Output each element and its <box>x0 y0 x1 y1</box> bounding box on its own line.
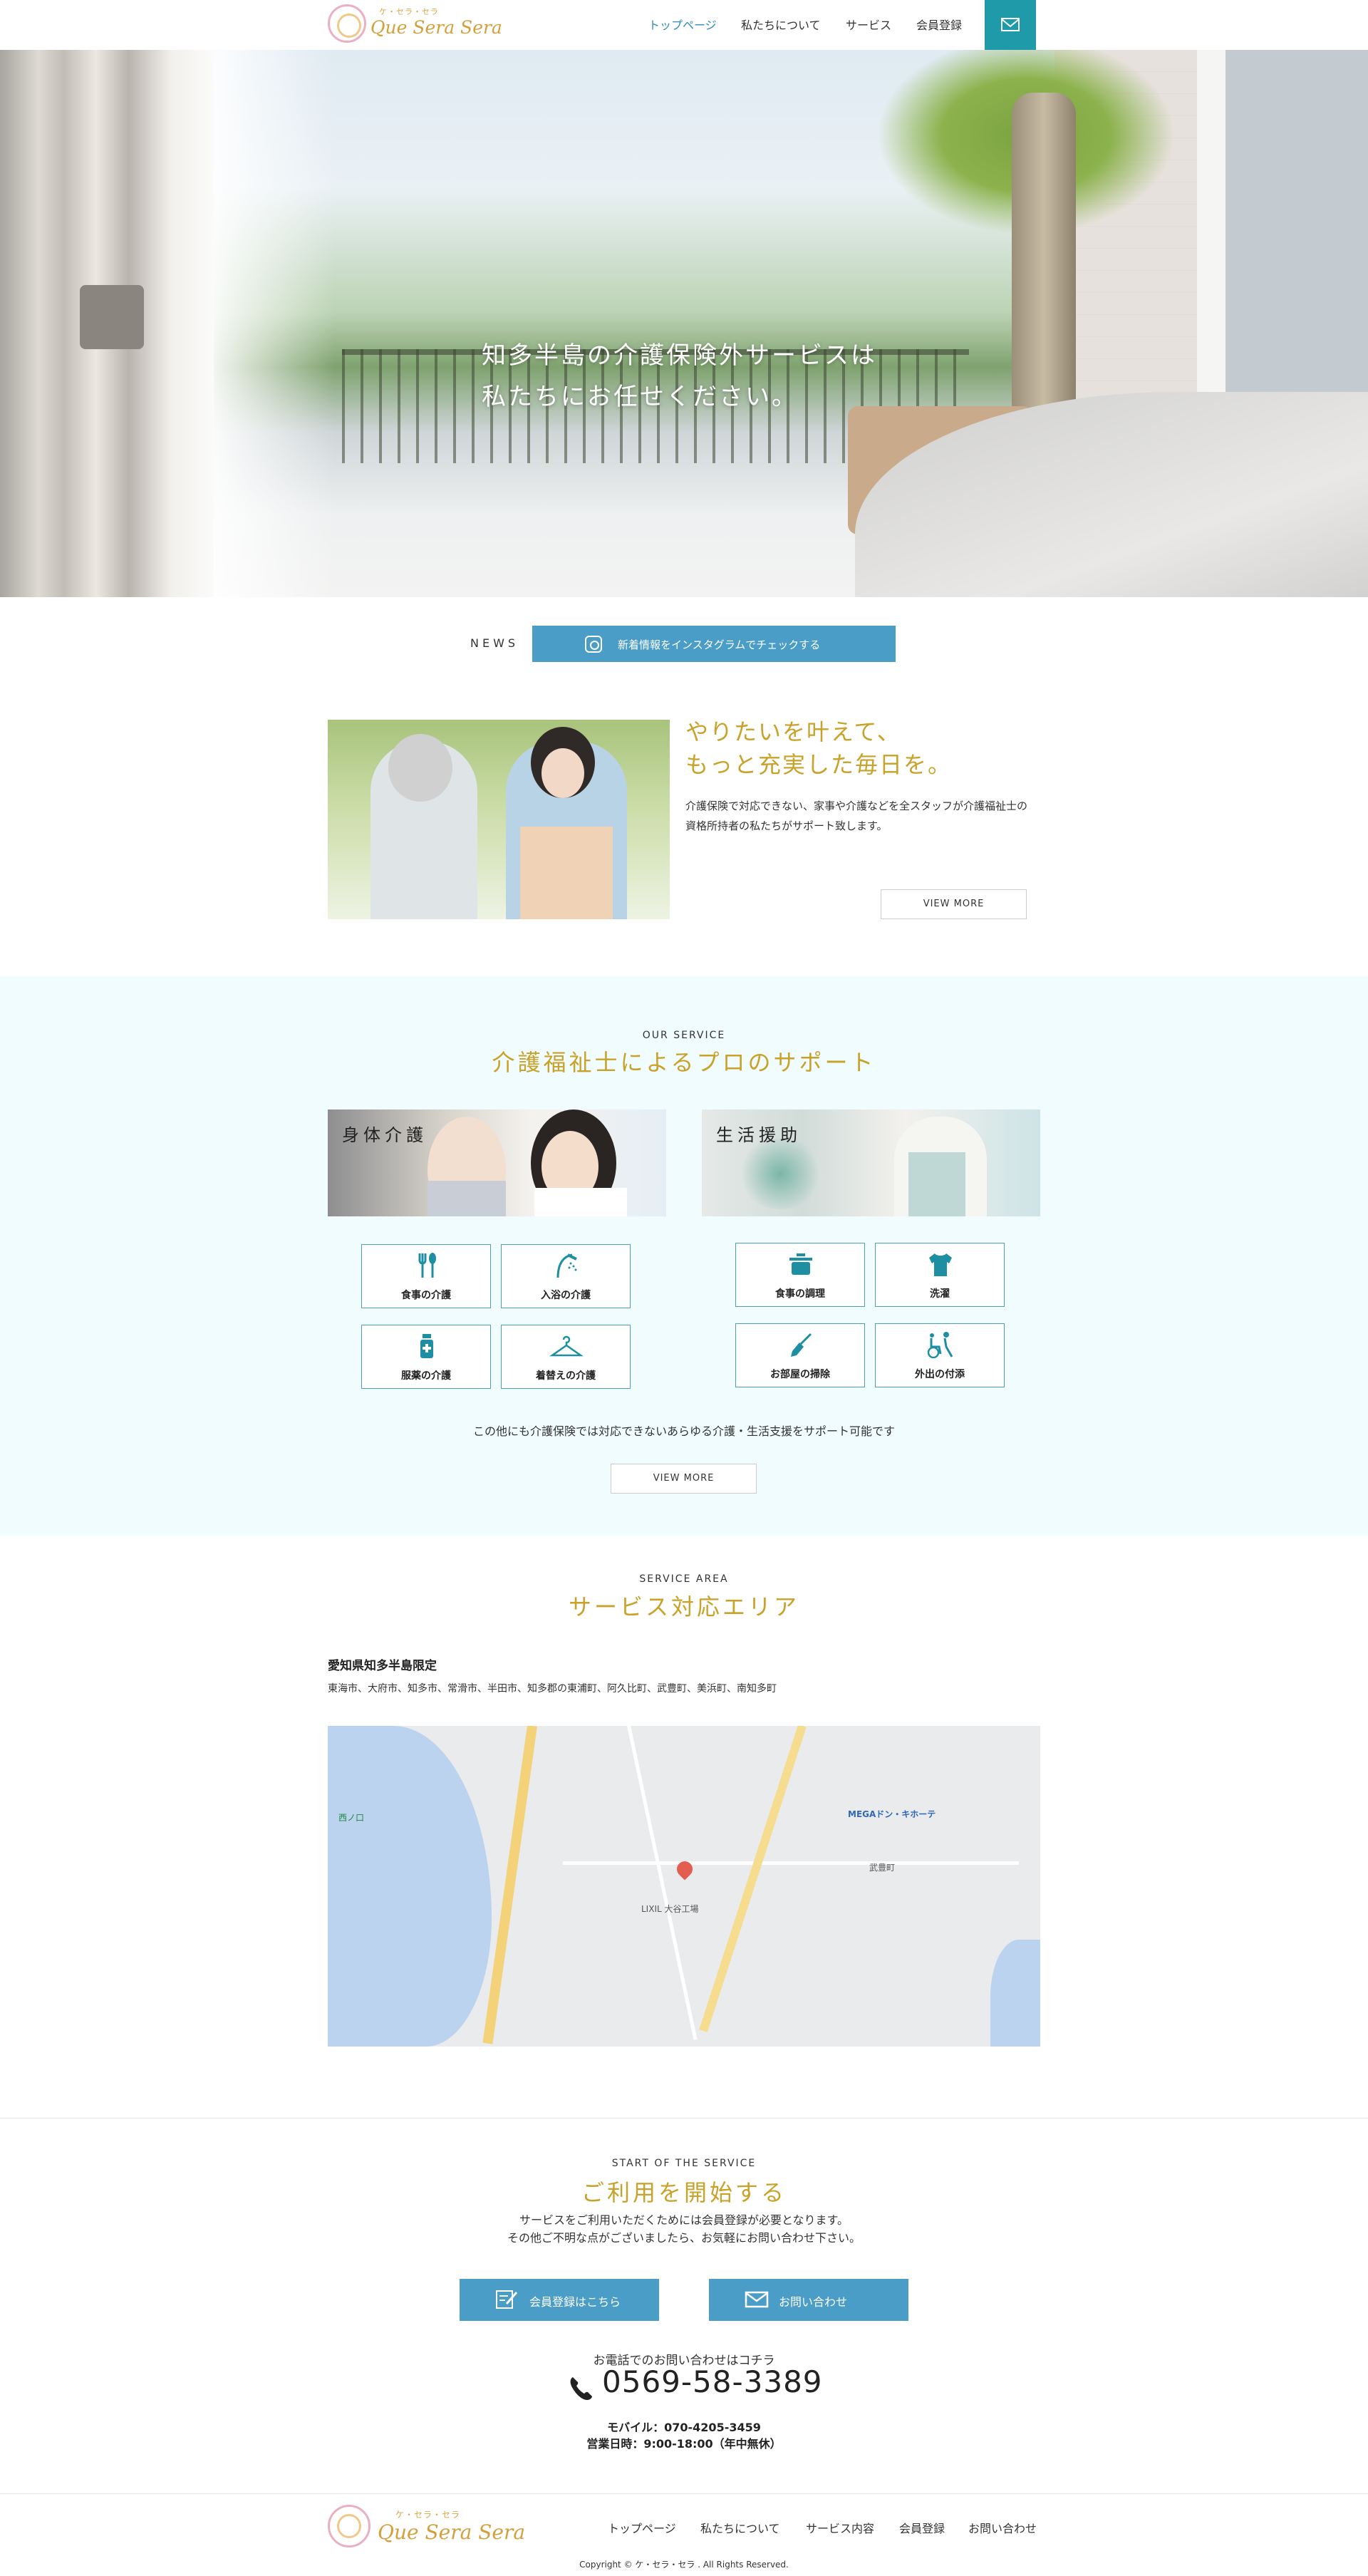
map-label-nishinokuchi: 西ノ口 <box>338 1813 365 1823</box>
physical-care-photo: 身体介護 <box>328 1109 666 1216</box>
nav-member[interactable]: 会員登録 <box>916 16 962 33</box>
contact-button[interactable]: お問い合わせ <box>709 2279 908 2321</box>
area-heading-en: SERVICE AREA <box>639 1573 729 1585</box>
service-item-label: 外出の付添 <box>915 1369 965 1380</box>
service-note: この他にも介護保険では対応できないあらゆる介護・生活支援をサポート可能です <box>472 1424 895 1438</box>
footer-logo[interactable]: ケ・セラ・セラ Que Sera Sera <box>328 2505 525 2549</box>
start-heading: ご利用を開始する <box>581 2179 787 2206</box>
nav-top[interactable]: トップページ <box>648 16 717 33</box>
instagram-icon <box>585 636 602 653</box>
service-heading-en: OUR SERVICE <box>642 1030 726 1041</box>
footer-nav-contact[interactable]: お問い合わせ <box>968 2519 1037 2536</box>
service-item-outing-escort[interactable]: 外出の付添 <box>875 1323 1005 1387</box>
service-item-label: 入浴の介護 <box>541 1290 591 1301</box>
logo-mark-icon <box>328 2505 370 2547</box>
hero-title: 知多半島の介護保険外サービスは 私たちにお任せください。 <box>482 335 877 418</box>
shower-icon <box>556 1253 577 1278</box>
member-register-label: 会員登録はこちら <box>529 2295 621 2309</box>
intro-photo <box>328 720 670 919</box>
instagram-news-button[interactable]: 新着情報をインスタグラムでチェックする <box>532 626 896 662</box>
tel-mobile: モバイル：070-4205-3459 <box>607 2421 761 2434</box>
service-item-laundry[interactable]: 洗濯 <box>875 1243 1005 1307</box>
service-item-room-cleaning[interactable]: お部屋の掃除 <box>735 1323 865 1387</box>
life-support-label: 生活援助 <box>716 1125 802 1145</box>
footer-nav-member[interactable]: 会員登録 <box>899 2519 945 2536</box>
area-prefecture: 愛知県知多半島限定 <box>328 1659 437 1673</box>
start-text-line1: サービスをご利用いただくためには会員登録が必要となります。 <box>519 2213 849 2227</box>
map-label-taketoyo: 武豊町 <box>869 1863 896 1873</box>
logo-mark-icon <box>328 4 366 43</box>
intro-title: やりたいを叶えて、 もっと充実した毎日を。 <box>685 715 952 781</box>
footer-logo-kana: ケ・セラ・セラ <box>395 2510 461 2520</box>
site-header: ケ・セラ・セラ Que Sera Sera トップページ 私たちについて サービ… <box>0 0 1368 50</box>
service-item-cooking[interactable]: 食事の調理 <box>735 1243 865 1307</box>
service-item-label: 食事の介護 <box>401 1290 451 1301</box>
footer-logo-text: Que Sera Sera <box>378 2520 526 2544</box>
service-item-label: 食事の調理 <box>775 1288 825 1300</box>
service-item-dressing-care[interactable]: 着替えの介護 <box>501 1325 631 1389</box>
area-map[interactable]: MEGAドン・キホーテ 武豊町 LIXIL 大谷工場 西ノ口 <box>328 1726 1040 2047</box>
footer-nav-about[interactable]: 私たちについて <box>700 2519 780 2536</box>
mail-button[interactable] <box>985 0 1036 50</box>
news-label: NEWS <box>470 636 519 650</box>
footer-divider <box>0 2493 1368 2494</box>
phone-icon <box>570 2377 592 2400</box>
section-divider <box>0 2118 1368 2119</box>
footer-nav-service[interactable]: サービス内容 <box>806 2519 874 2536</box>
broom-icon <box>791 1333 812 1357</box>
start-text-line2: その他ご不明な点がございましたら、お気軽にお問い合わせ下さい。 <box>507 2231 861 2245</box>
hero-title-line1: 知多半島の介護保険外サービスは <box>482 341 877 370</box>
start-text: サービスをご利用いただくためには会員登録が必要となります。 その他ご不明な点がご… <box>0 2211 1368 2247</box>
logo-kana: ケ・セラ・セラ <box>379 7 439 16</box>
medicine-bottle-icon <box>420 1334 433 1358</box>
contact-label: お問い合わせ <box>779 2295 848 2309</box>
start-heading-en: START OF THE SERVICE <box>611 2158 757 2169</box>
shirt-icon <box>929 1253 952 1276</box>
logo-text: Que Sera Sera <box>370 17 502 38</box>
physical-care-label: 身体介護 <box>342 1125 428 1145</box>
area-heading: サービス対応エリア <box>568 1593 799 1620</box>
hanger-icon <box>549 1335 584 1357</box>
intro-view-more-button[interactable]: VIEW MORE <box>881 889 1027 919</box>
map-label-mega: MEGAドン・キホーテ <box>848 1809 936 1819</box>
mail-icon <box>745 2291 769 2308</box>
service-item-label: 洗濯 <box>930 1288 950 1300</box>
business-hours: 営業日時：9:00-18:00（年中無休） <box>586 2437 782 2451</box>
hero-image: 知多半島の介護保険外サービスは 私たちにお任せください。 <box>0 50 1368 597</box>
wheelchair-icon <box>927 1332 953 1359</box>
service-view-more-button[interactable]: VIEW MORE <box>611 1464 757 1494</box>
pen-form-icon <box>496 2290 518 2309</box>
service-item-meal-care[interactable]: 食事の介護 <box>361 1244 491 1308</box>
footer-nav-top[interactable]: トップページ <box>608 2519 676 2536</box>
instagram-news-label: 新着情報をインスタグラムでチェックする <box>618 638 821 651</box>
service-item-label: お部屋の掃除 <box>770 1369 830 1380</box>
tel-number-link[interactable]: 0569-58-3389 <box>602 2364 823 2399</box>
pot-icon <box>789 1253 812 1275</box>
service-item-bath-care[interactable]: 入浴の介護 <box>501 1244 631 1308</box>
service-item-label: 着替えの介護 <box>536 1370 596 1382</box>
fork-spoon-icon <box>418 1253 436 1278</box>
member-register-button[interactable]: 会員登録はこちら <box>460 2279 659 2321</box>
intro-text: 介護保険で対応できない、家事や介護などを全スタッフが介護福祉士の資格所持者の私た… <box>685 800 1028 832</box>
mail-icon <box>1001 18 1020 31</box>
intro-title-line2: もっと充実した毎日を。 <box>685 751 953 778</box>
map-label-lixil: LIXIL 大谷工場 <box>641 1904 699 1914</box>
hero-title-line2: 私たちにお任せください。 <box>482 383 798 411</box>
service-item-label: 服薬の介護 <box>401 1370 451 1382</box>
nav-about[interactable]: 私たちについて <box>741 16 821 33</box>
service-heading: 介護福祉士によるプロのサポート <box>492 1049 876 1076</box>
life-support-photo: 生活援助 <box>702 1109 1040 1216</box>
copyright: Copyright © ケ・セラ・セラ . All Rights Reserve… <box>579 2560 789 2570</box>
site-logo[interactable]: ケ・セラ・セラ Que Sera Sera <box>328 4 502 44</box>
intro-title-line1: やりたいを叶えて、 <box>685 718 901 745</box>
area-cities: 東海市、大府市、知多市、常滑市、半田市、知多郡の東浦町、阿久比町、武豊町、美浜町… <box>328 1683 777 1695</box>
nav-service[interactable]: サービス <box>846 16 891 33</box>
service-item-medication-care[interactable]: 服薬の介護 <box>361 1325 491 1389</box>
